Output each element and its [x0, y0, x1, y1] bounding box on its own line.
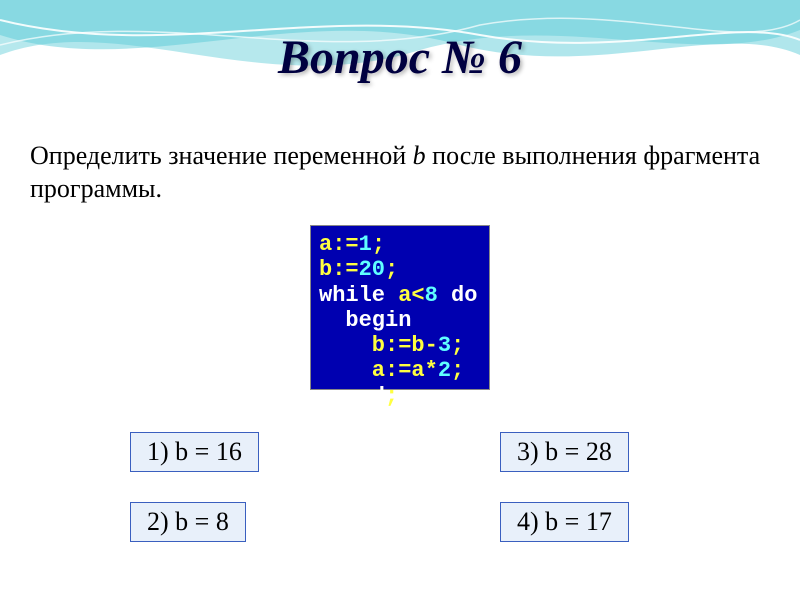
code-token: do	[438, 283, 478, 308]
code-token: 2	[438, 358, 451, 383]
question-variable: b	[413, 141, 426, 170]
answer-option-3[interactable]: 3) b = 28	[500, 432, 629, 472]
code-fragment: a:=1; b:=20; while a<8 do begin b:=b-3; …	[310, 225, 490, 390]
code-token: ;	[451, 358, 464, 383]
code-token: ;	[385, 384, 398, 409]
code-token: end	[319, 384, 385, 409]
question-text: Определить значение переменной b после в…	[30, 140, 770, 205]
code-token: ;	[372, 232, 385, 257]
code-token: b:=b-	[319, 333, 438, 358]
code-token: ;	[451, 333, 464, 358]
code-token: 1	[359, 232, 372, 257]
answer-option-2[interactable]: 2) b = 8	[130, 502, 246, 542]
question-heading: Вопрос № 6	[0, 30, 800, 85]
question-prefix: Определить значение переменной	[30, 141, 413, 170]
code-token: a:=	[319, 232, 359, 257]
code-token: begin	[319, 308, 411, 333]
code-token: 3	[438, 333, 451, 358]
code-token: a:=a*	[319, 358, 438, 383]
code-token: 8	[425, 283, 438, 308]
answer-option-4[interactable]: 4) b = 17	[500, 502, 629, 542]
code-token: while	[319, 283, 398, 308]
code-token: a<	[398, 283, 424, 308]
code-token: 20	[359, 257, 385, 282]
code-token: b:=	[319, 257, 359, 282]
answer-option-1[interactable]: 1) b = 16	[130, 432, 259, 472]
code-token: ;	[385, 257, 398, 282]
answers-area: 1) b = 16 2) b = 8 3) b = 28 4) b = 17	[0, 420, 800, 580]
